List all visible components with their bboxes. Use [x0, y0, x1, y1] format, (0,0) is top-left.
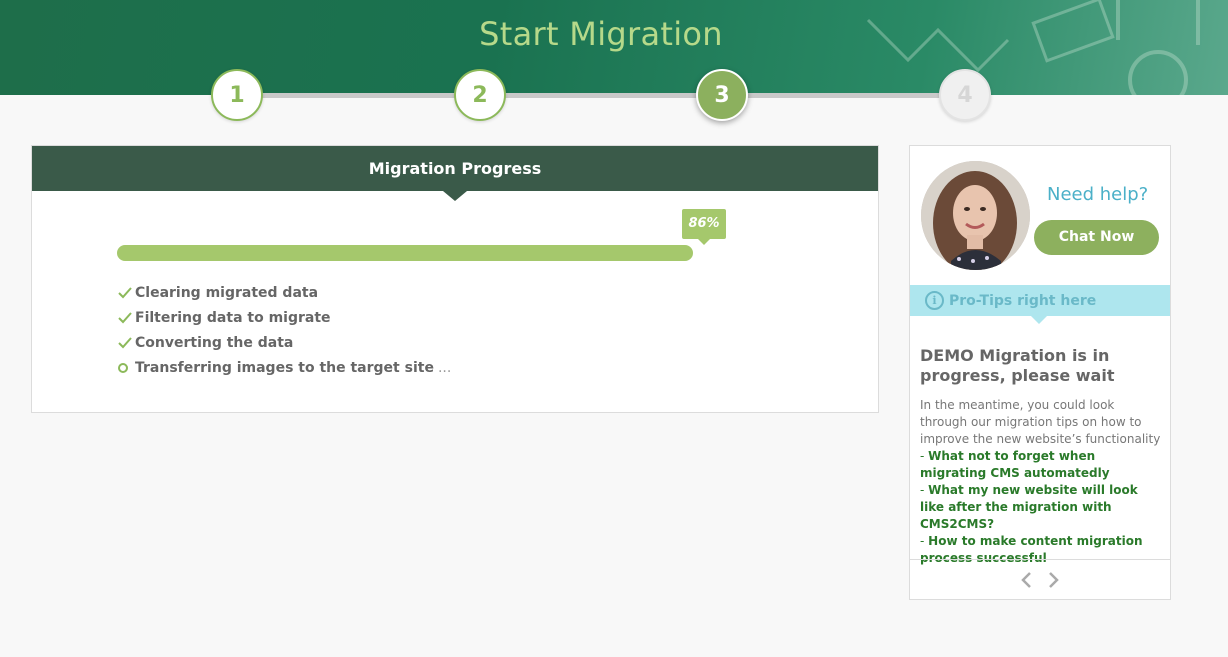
- task-label: Filtering data to migrate: [135, 309, 331, 326]
- chat-now-button[interactable]: Chat Now: [1034, 220, 1159, 255]
- task-label: Transferring images to the target site: [135, 359, 434, 376]
- stepper-track: [237, 93, 965, 98]
- tip-link[interactable]: What not to forget when migrating CMS au…: [920, 449, 1110, 480]
- tip-link-item: - What my new website will look like aft…: [920, 482, 1165, 533]
- tips-links-list: - What not to forget when migrating CMS …: [920, 448, 1165, 567]
- link-prefix: -: [920, 449, 929, 463]
- link-prefix: -: [920, 534, 929, 548]
- link-prefix: -: [920, 483, 929, 497]
- loading-ellipsis: ...: [437, 359, 452, 376]
- step-1[interactable]: 1: [211, 69, 263, 121]
- need-help-heading: Need help?: [1047, 184, 1149, 205]
- step-3-active[interactable]: 3: [696, 69, 748, 121]
- tips-title: DEMO Migration is in progress, please wa…: [920, 346, 1115, 385]
- tip-link[interactable]: What my new website will look like after…: [920, 483, 1138, 531]
- tips-description: In the meantime, you could look through …: [920, 398, 1161, 446]
- progress-bar-fill: [117, 245, 694, 261]
- page-header: Start Migration: [0, 0, 1228, 95]
- tip-link-item: - What not to forget when migrating CMS …: [920, 448, 1165, 482]
- tips-pager: [910, 559, 1170, 599]
- chevron-left-icon[interactable]: [1018, 570, 1034, 590]
- task-list: Clearing migrated data Filtering data to…: [118, 280, 451, 380]
- check-icon: [118, 286, 135, 299]
- progress-bar: [117, 245, 787, 261]
- task-item: Converting the data: [118, 330, 451, 355]
- task-item: Transferring images to the target site .…: [118, 355, 451, 380]
- progress-panel-title: Migration Progress: [32, 146, 878, 201]
- info-icon: i: [925, 291, 944, 310]
- task-label: Clearing migrated data: [135, 284, 319, 301]
- help-panel: Need help? Chat Now i Pro-Tips right her…: [909, 145, 1171, 600]
- progress-percent-badge: 86%: [682, 209, 726, 245]
- task-item: Filtering data to migrate: [118, 305, 451, 330]
- page-title: Start Migration: [479, 15, 723, 53]
- step-2[interactable]: 2: [454, 69, 506, 121]
- pro-tips-label: Pro-Tips right here: [949, 292, 1097, 309]
- task-label: Converting the data: [135, 334, 294, 351]
- circle-icon: [118, 362, 135, 373]
- step-4: 4: [939, 69, 991, 121]
- migration-progress-panel: Migration Progress 86% Clearing migrated…: [31, 145, 879, 413]
- chevron-right-icon[interactable]: [1046, 570, 1062, 590]
- check-icon: [118, 336, 135, 349]
- support-avatar: [921, 161, 1030, 270]
- check-icon: [118, 311, 135, 324]
- task-item: Clearing migrated data: [118, 280, 451, 305]
- pro-tips-bar: i Pro-Tips right here: [910, 285, 1170, 324]
